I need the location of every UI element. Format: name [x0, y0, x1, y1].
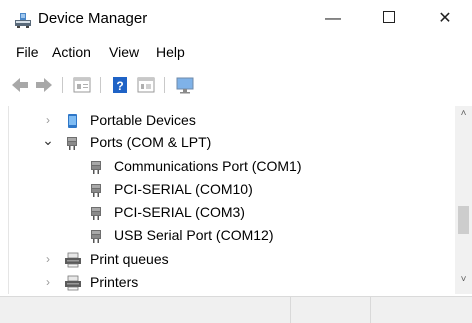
toolbar-separator	[62, 77, 63, 93]
scroll-down-icon[interactable]: ˅	[455, 274, 472, 290]
maximize-icon	[383, 11, 395, 24]
monitor-icon[interactable]	[174, 75, 196, 95]
expander-collapsed-icon[interactable]: ›	[42, 275, 54, 289]
port-icon	[91, 207, 101, 220]
view-icon[interactable]	[136, 75, 156, 95]
tree-item-print-queues[interactable]: › Print queues	[8, 249, 448, 271]
help-icon[interactable]: ?	[110, 75, 130, 95]
title-bar: Device Manager — ✕	[0, 0, 472, 38]
window-title: Device Manager	[38, 10, 148, 27]
toolbar-separator	[100, 77, 101, 93]
tree-item-com1[interactable]: Communications Port (COM1)	[8, 156, 448, 178]
toolbar: ?	[0, 70, 472, 100]
expander-collapsed-icon[interactable]: ›	[42, 252, 54, 266]
scroll-thumb[interactable]	[458, 206, 469, 234]
scroll-up-icon[interactable]: ˄	[455, 108, 472, 124]
tree-item-com12[interactable]: USB Serial Port (COM12)	[8, 225, 448, 247]
portable-device-icon	[68, 114, 77, 128]
device-manager-icon	[15, 13, 31, 28]
tree-item-label: Communications Port (COM1)	[114, 158, 302, 174]
tree-item-com10[interactable]: PCI-SERIAL (COM10)	[8, 179, 448, 201]
tree-item-label: USB Serial Port (COM12)	[114, 227, 274, 243]
menu-file[interactable]: File	[16, 44, 39, 60]
status-divider	[290, 297, 291, 323]
expander-collapsed-icon[interactable]: ›	[42, 113, 54, 127]
tree-item-label: PCI-SERIAL (COM3)	[114, 204, 245, 220]
close-button[interactable]: ✕	[422, 0, 468, 38]
properties-icon[interactable]	[72, 75, 92, 95]
tree-item-portable-devices[interactable]: › Portable Devices	[8, 110, 448, 132]
tree-item-label: PCI-SERIAL (COM10)	[114, 181, 253, 197]
tree-item-label: Printers	[90, 274, 139, 290]
back-icon[interactable]	[10, 75, 30, 95]
device-tree: › Portable Devices ⌄ Ports (COM & LPT) C…	[8, 106, 472, 294]
tree-item-label: Ports (COM & LPT)	[90, 134, 212, 150]
tree-border	[8, 106, 9, 294]
tree-item-com3[interactable]: PCI-SERIAL (COM3)	[8, 202, 448, 224]
tree-item-label: Portable Devices	[90, 112, 196, 128]
minimize-button[interactable]: —	[310, 0, 356, 38]
expander-expanded-icon[interactable]: ⌄	[42, 132, 54, 149]
tree-item-ports[interactable]: ⌄ Ports (COM & LPT)	[8, 132, 448, 154]
menu-help[interactable]: Help	[156, 44, 185, 60]
menu-bar: File Action View Help	[0, 40, 472, 66]
menu-view[interactable]: View	[109, 44, 139, 60]
printer-icon	[65, 275, 81, 291]
svg-text:?: ?	[116, 79, 123, 93]
tree-item-label: Print queues	[90, 251, 169, 267]
forward-icon[interactable]	[34, 75, 54, 95]
port-icon	[91, 161, 101, 174]
port-icon	[91, 184, 101, 197]
port-icon	[91, 230, 101, 243]
tree-item-printers[interactable]: › Printers	[8, 272, 448, 294]
status-bar	[0, 296, 472, 323]
maximize-button[interactable]	[366, 0, 412, 38]
menu-action[interactable]: Action	[52, 44, 91, 60]
toolbar-separator	[164, 77, 165, 93]
printer-icon	[65, 252, 81, 268]
port-icon	[67, 137, 77, 150]
vertical-scrollbar[interactable]: ˄ ˅	[455, 106, 472, 294]
status-divider	[370, 297, 371, 323]
